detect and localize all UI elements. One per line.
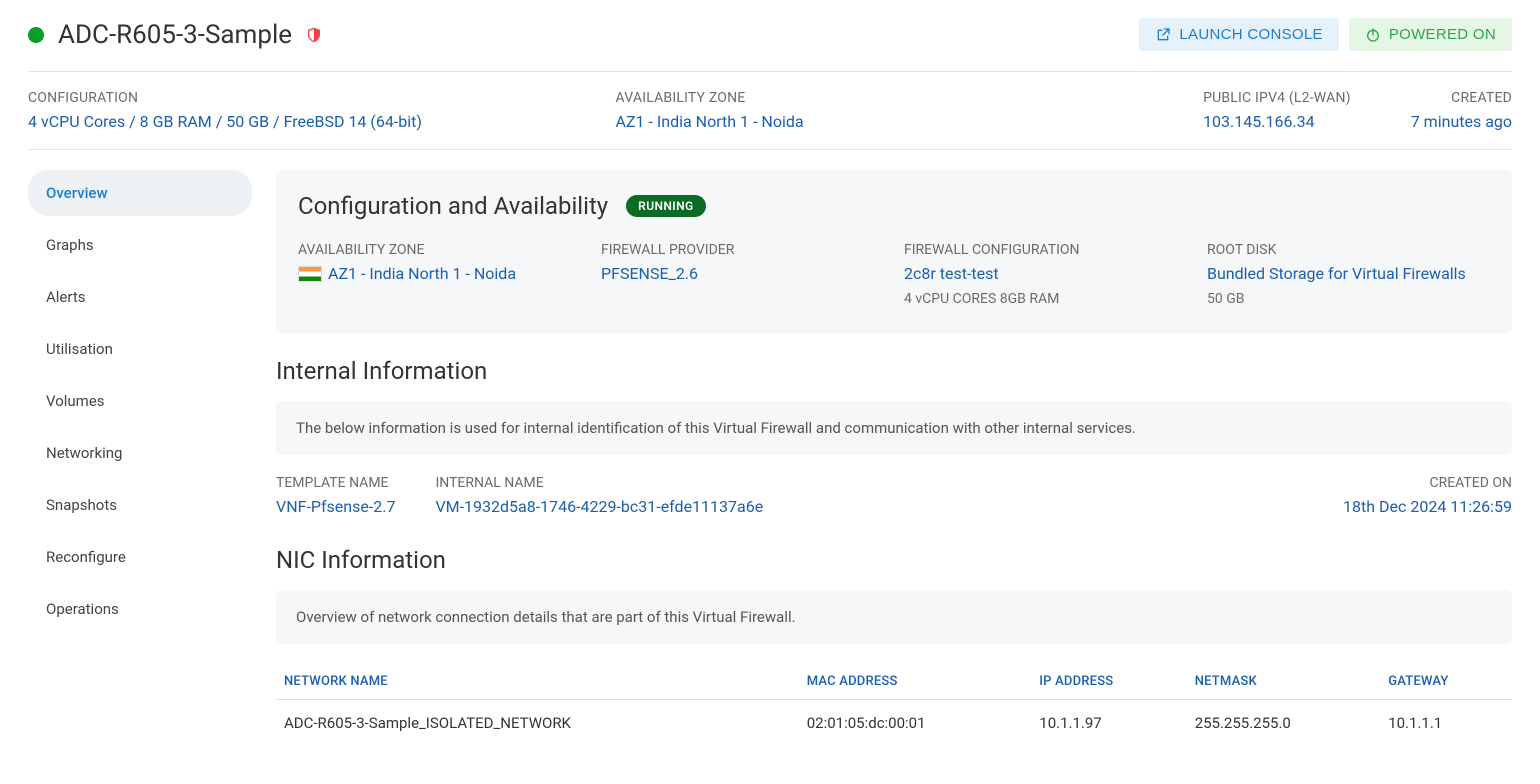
nic-th-mac[interactable]: MAC ADDRESS (799, 664, 1032, 700)
page-title: ADC-R605-3-Sample (58, 20, 292, 50)
table-row[interactable]: ADC-R605-3-Sample_ISOLATED_NETWORK 02:01… (276, 700, 1512, 747)
sidebar-item-snapshots[interactable]: Snapshots (28, 482, 252, 528)
nic-th-gateway[interactable]: GATEWAY (1380, 664, 1512, 700)
config-panel-title: Configuration and Availability (298, 192, 608, 220)
sidebar-item-volumes[interactable]: Volumes (28, 378, 252, 424)
configuration-label: CONFIGURATION (28, 90, 556, 106)
launch-console-button[interactable]: LAUNCH CONSOLE (1139, 18, 1338, 51)
internal-info-note: The below information is used for intern… (276, 401, 1512, 455)
cfg-fwconfig-value[interactable]: 2c8r test-test (904, 264, 1187, 283)
sidebar-item-overview[interactable]: Overview (28, 170, 252, 216)
internal-info-title: Internal Information (276, 357, 1512, 385)
status-indicator-icon (28, 27, 44, 43)
nic-info-title: NIC Information (276, 546, 1512, 574)
created-on-value[interactable]: 18th Dec 2024 11:26:59 (1343, 497, 1512, 516)
cfg-provider-value[interactable]: PFSENSE_2.6 (601, 264, 884, 283)
cfg-fwconfig-label: FIREWALL CONFIGURATION (904, 242, 1187, 258)
nic-table: NETWORK NAME MAC ADDRESS IP ADDRESS NETM… (276, 664, 1512, 746)
configuration-value[interactable]: 4 vCPU Cores / 8 GB RAM / 50 GB / FreeBS… (28, 112, 556, 131)
sidebar-item-graphs[interactable]: Graphs (28, 222, 252, 268)
sidebar-item-networking[interactable]: Networking (28, 430, 252, 476)
cfg-rootdisk-value[interactable]: Bundled Storage for Virtual Firewalls (1207, 264, 1490, 283)
external-link-icon (1155, 27, 1171, 43)
created-value[interactable]: 7 minutes ago (1411, 112, 1512, 131)
availability-zone-value[interactable]: AZ1 - India North 1 - Noida (616, 112, 1144, 131)
public-ip-label: PUBLIC IPV4 (L2-WAN) (1203, 90, 1351, 106)
cfg-provider-label: FIREWALL PROVIDER (601, 242, 884, 258)
nic-cell-mac: 02:01:05:dc:00:01 (799, 700, 1032, 747)
power-label: POWERED ON (1389, 26, 1496, 43)
nic-th-netmask[interactable]: NETMASK (1187, 664, 1381, 700)
availability-zone-label: AVAILABILITY ZONE (616, 90, 1144, 106)
cfg-rootdisk-label: ROOT DISK (1207, 242, 1490, 258)
shield-icon (306, 26, 322, 44)
created-label: CREATED (1411, 90, 1512, 106)
created-on-label: CREATED ON (1343, 475, 1512, 491)
internal-name-label: INTERNAL NAME (435, 475, 1303, 491)
template-name-value[interactable]: VNF-Pfsense-2.7 (276, 497, 395, 516)
nic-th-ip[interactable]: IP ADDRESS (1031, 664, 1186, 700)
sidebar: Overview Graphs Alerts Utilisation Volum… (28, 170, 252, 746)
india-flag-icon (298, 266, 322, 282)
summary-bar: CONFIGURATION 4 vCPU Cores / 8 GB RAM / … (28, 72, 1512, 150)
sidebar-item-alerts[interactable]: Alerts (28, 274, 252, 320)
main-content: Configuration and Availability RUNNING A… (276, 170, 1512, 746)
sidebar-item-reconfigure[interactable]: Reconfigure (28, 534, 252, 580)
power-button[interactable]: POWERED ON (1349, 18, 1512, 51)
nic-cell-name: ADC-R605-3-Sample_ISOLATED_NETWORK (276, 700, 799, 747)
nic-cell-ip: 10.1.1.97 (1031, 700, 1186, 747)
config-panel: Configuration and Availability RUNNING A… (276, 170, 1512, 333)
cfg-az-label: AVAILABILITY ZONE (298, 242, 581, 258)
internal-name-value[interactable]: VM-1932d5a8-1746-4229-bc31-efde11137a6e (435, 497, 1303, 516)
running-badge: RUNNING (626, 195, 705, 217)
template-name-label: TEMPLATE NAME (276, 475, 395, 491)
public-ip-value[interactable]: 103.145.166.34 (1203, 112, 1351, 131)
sidebar-item-operations[interactable]: Operations (28, 586, 252, 632)
cfg-rootdisk-sub: 50 GB (1207, 291, 1490, 307)
nic-th-name[interactable]: NETWORK NAME (276, 664, 799, 700)
cfg-fwconfig-sub: 4 vCPU CORES 8GB RAM (904, 291, 1187, 307)
page-header: ADC-R605-3-Sample LAUNCH CONSOLE POWERED… (28, 18, 1512, 72)
cfg-az-value[interactable]: AZ1 - India North 1 - Noida (328, 264, 516, 283)
sidebar-item-utilisation[interactable]: Utilisation (28, 326, 252, 372)
nic-cell-netmask: 255.255.255.0 (1187, 700, 1381, 747)
nic-cell-gateway: 10.1.1.1 (1380, 700, 1512, 747)
nic-info-note: Overview of network connection details t… (276, 590, 1512, 644)
launch-console-label: LAUNCH CONSOLE (1179, 26, 1322, 43)
power-icon (1365, 27, 1381, 43)
